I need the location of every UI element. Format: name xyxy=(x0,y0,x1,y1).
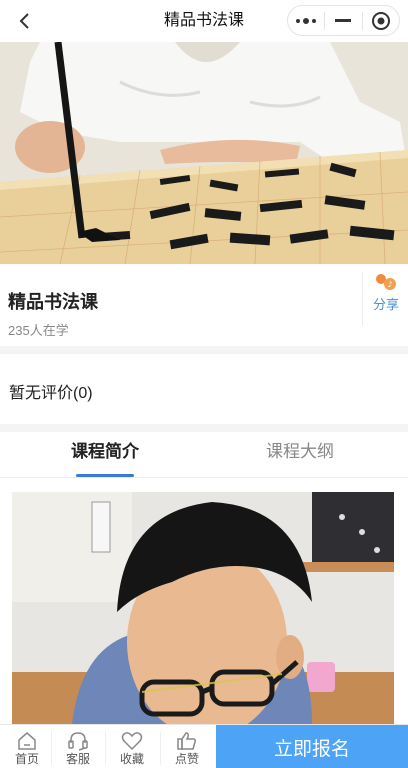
course-cover-image xyxy=(0,42,408,264)
minimize-icon xyxy=(335,18,352,22)
minimize-button[interactable] xyxy=(325,6,361,35)
customer-service-button[interactable]: 客服 xyxy=(51,725,105,768)
bottom-action-bar: 首页 客服 收藏 点赞 立即报名 xyxy=(0,724,408,768)
tab-course-outline[interactable]: 课程大纲 xyxy=(235,432,365,478)
customer-service-label: 客服 xyxy=(65,752,90,766)
more-dots-icon xyxy=(296,17,317,24)
course-tabs: 课程简介 课程大纲 xyxy=(0,432,408,478)
review-summary: 暂无评价(0) xyxy=(9,385,93,402)
svg-text:♪: ♪ xyxy=(387,280,392,289)
tab-course-intro[interactable]: 课程简介 xyxy=(40,432,170,478)
back-button[interactable] xyxy=(10,7,38,35)
course-intro-image xyxy=(12,492,394,724)
favorite-label: 收藏 xyxy=(119,752,144,766)
headset-icon xyxy=(68,732,88,751)
like-button[interactable]: 点赞 xyxy=(160,725,214,768)
share-label: 分享 xyxy=(372,297,399,312)
signup-button[interactable]: 立即报名 xyxy=(216,725,408,768)
navigation-bar: 精品书法课 xyxy=(0,0,408,42)
share-icon: ♪ xyxy=(376,274,396,290)
review-section[interactable]: 暂无评价(0) xyxy=(0,354,408,424)
course-title: 精品书法课 xyxy=(8,292,98,312)
home-label: 首页 xyxy=(14,752,39,766)
more-button[interactable] xyxy=(288,6,324,35)
close-target-icon xyxy=(371,11,390,30)
close-button[interactable] xyxy=(363,6,399,35)
active-tab-indicator xyxy=(76,474,134,477)
course-info-section: 精品书法课 235人在学 ♪ 分享 xyxy=(0,264,408,346)
section-divider xyxy=(0,424,408,432)
mini-program-capsule xyxy=(287,5,400,36)
like-label: 点赞 xyxy=(174,752,199,766)
section-divider xyxy=(0,346,408,354)
chevron-left-icon xyxy=(19,13,29,29)
share-button[interactable]: ♪ 分享 xyxy=(366,272,406,328)
share-divider xyxy=(362,272,363,326)
home-icon xyxy=(18,732,36,750)
learner-count: 235人在学 xyxy=(8,323,69,338)
thumbs-up-icon xyxy=(177,732,197,750)
heart-icon xyxy=(121,732,143,751)
home-button[interactable]: 首页 xyxy=(0,725,54,768)
favorite-button[interactable]: 收藏 xyxy=(105,725,159,768)
